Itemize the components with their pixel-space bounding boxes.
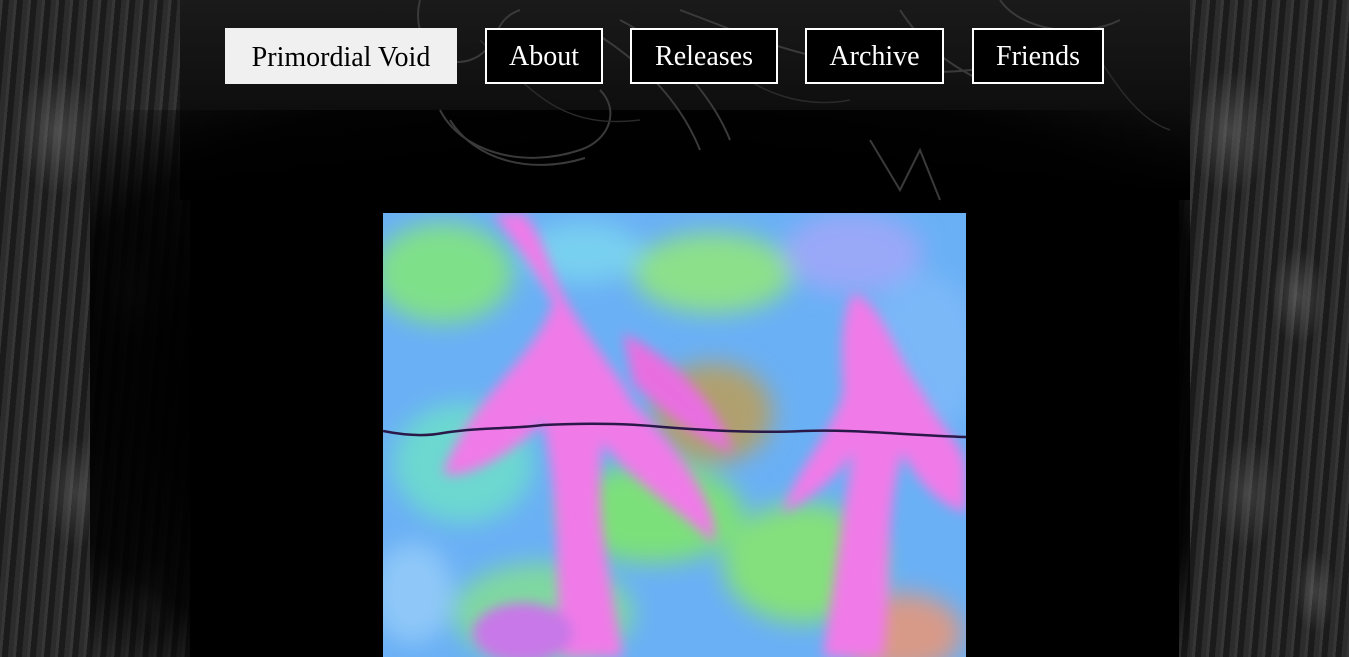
- background-texture-right: [1179, 0, 1349, 657]
- nav-friends[interactable]: Friends: [972, 28, 1104, 84]
- nav-home-primordial-void[interactable]: Primordial Void: [225, 28, 457, 84]
- featured-artwork-image: [383, 213, 966, 657]
- nav-about[interactable]: About: [485, 28, 603, 84]
- page: Primordial Void About Releases Archive F…: [0, 0, 1349, 657]
- nav-archive[interactable]: Archive: [805, 28, 944, 84]
- main-navigation: Primordial Void About Releases Archive F…: [225, 28, 1125, 84]
- nav-releases[interactable]: Releases: [630, 28, 778, 84]
